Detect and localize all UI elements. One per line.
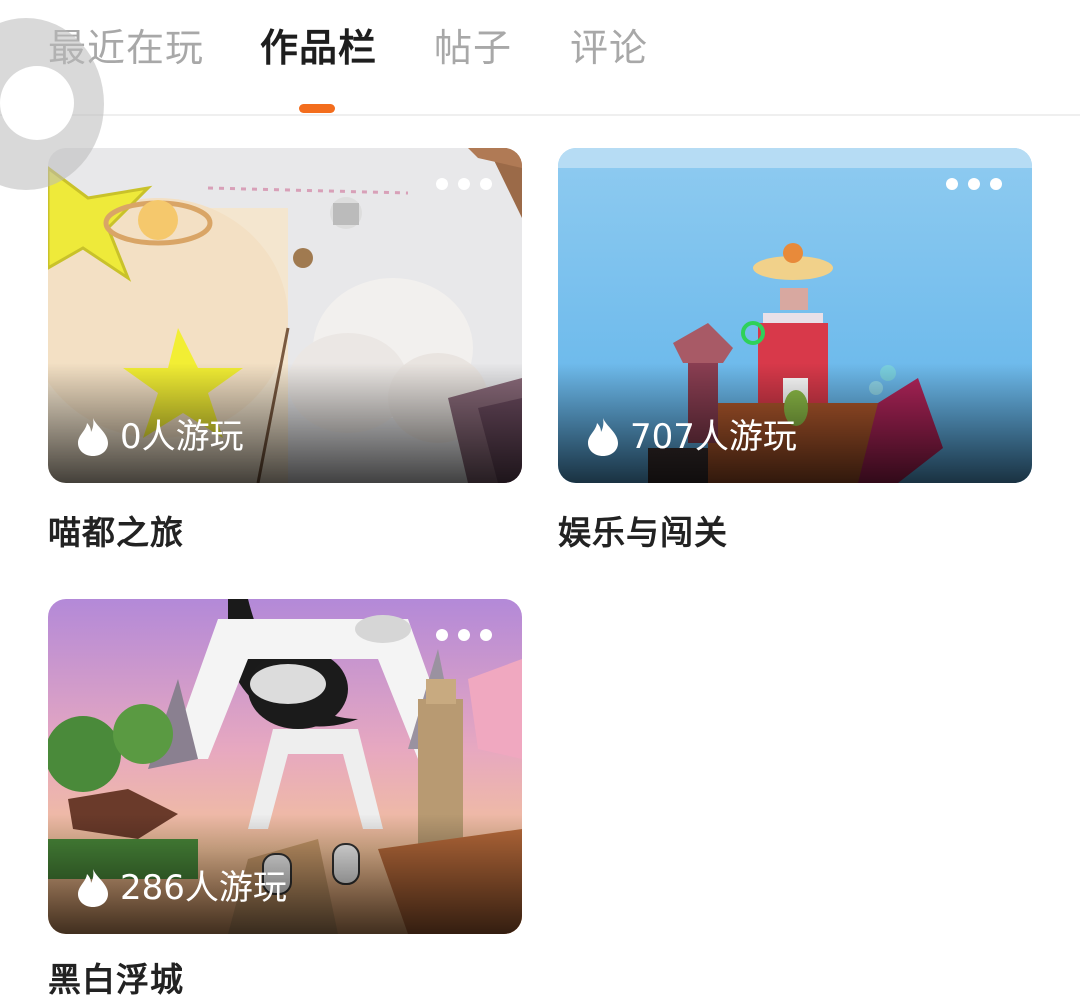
- tab-works[interactable]: 作品栏: [260, 24, 377, 72]
- fire-icon: [78, 418, 108, 456]
- work-title[interactable]: 娱乐与闯关: [558, 511, 1032, 555]
- floating-button-center: [0, 66, 74, 140]
- fire-icon: [78, 869, 108, 907]
- play-count-text: 286人游玩: [120, 868, 287, 908]
- fire-icon: [588, 418, 618, 456]
- play-count: 0人游玩: [76, 415, 244, 459]
- tab-posts[interactable]: 帖子: [434, 24, 512, 72]
- work-card[interactable]: 0人游玩 喵都之旅: [48, 148, 522, 555]
- work-thumbnail[interactable]: 286人游玩: [48, 599, 522, 934]
- play-count: 286人游玩: [76, 866, 287, 910]
- more-options-button[interactable]: [436, 178, 492, 190]
- play-count-text: 707人游玩: [630, 417, 797, 457]
- profile-tab-bar: 最近在玩 作品栏 帖子 评论: [0, 0, 1080, 116]
- work-thumbnail[interactable]: 707人游玩: [558, 148, 1032, 483]
- work-title[interactable]: 喵都之旅: [48, 511, 522, 555]
- work-card[interactable]: 707人游玩 娱乐与闯关: [558, 148, 1032, 555]
- play-count: 707人游玩: [586, 415, 797, 459]
- work-title[interactable]: 黑白浮城: [48, 958, 522, 1002]
- tab-comments[interactable]: 评论: [570, 24, 648, 72]
- more-options-button[interactable]: [946, 178, 1002, 190]
- work-card[interactable]: 286人游玩 黑白浮城: [48, 599, 522, 1002]
- work-thumbnail[interactable]: 0人游玩: [48, 148, 522, 483]
- active-tab-indicator: [299, 104, 335, 113]
- play-count-text: 0人游玩: [120, 417, 244, 457]
- more-options-button[interactable]: [436, 629, 492, 641]
